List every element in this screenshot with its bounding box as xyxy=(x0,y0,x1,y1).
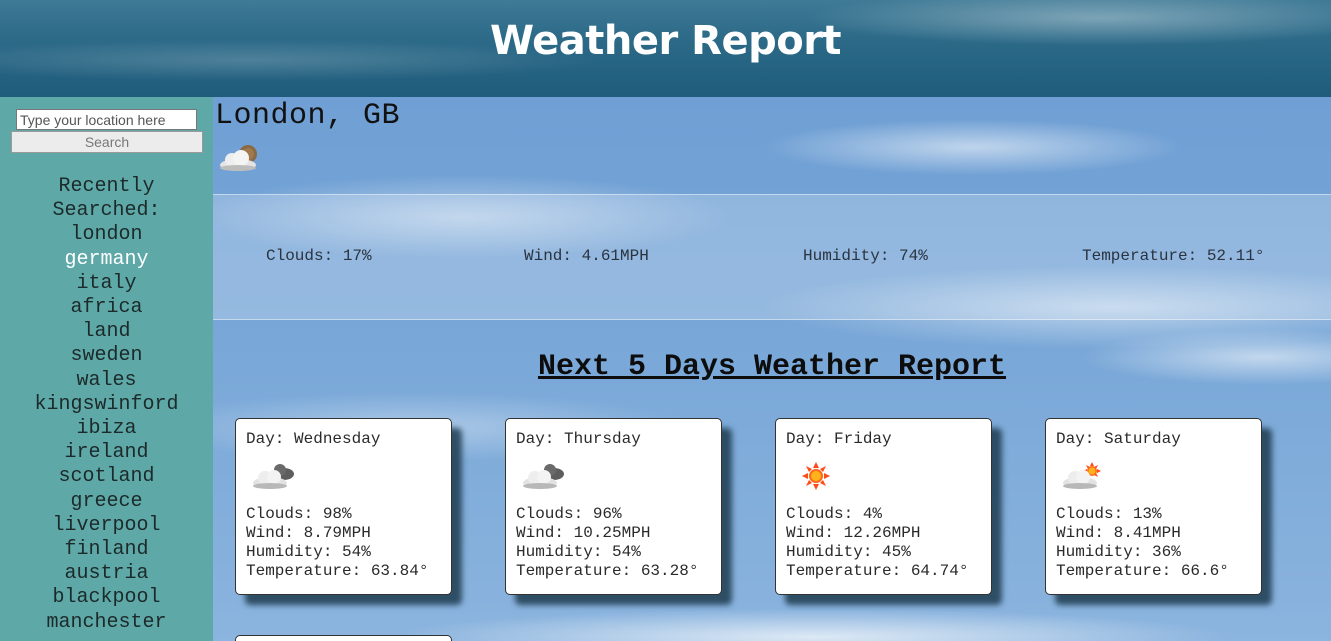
recent-item[interactable]: africa xyxy=(0,296,213,320)
recent-item[interactable]: sweden xyxy=(0,344,213,368)
current-wind: Wind: 4.61MPH xyxy=(524,247,649,265)
forecast-wind: Wind: 8.79MPH xyxy=(246,524,371,542)
recent-item[interactable]: land xyxy=(0,320,213,344)
sun-behind-cloud-icon xyxy=(1060,461,1251,491)
current-clouds: Clouds: 17% xyxy=(266,247,372,265)
recent-searches-title: Recently Searched: xyxy=(52,175,161,223)
forecast-clouds: Clouds: 98% xyxy=(246,505,352,523)
recent-searches-list: london germany italy africa land sweden … xyxy=(0,223,213,634)
forecast-day: Day: Friday xyxy=(786,430,892,448)
current-humidity: Humidity: 74% xyxy=(803,247,928,265)
recent-item[interactable]: greece xyxy=(0,490,213,514)
recent-item[interactable]: italy xyxy=(0,272,213,296)
recent-item[interactable]: finland xyxy=(0,538,213,562)
recent-item[interactable]: manchester xyxy=(0,611,213,635)
forecast-temperature: Temperature: 64.74° xyxy=(786,562,969,580)
forecast-wind: Wind: 12.26MPH xyxy=(786,524,921,542)
cloud-icon xyxy=(250,461,441,491)
forecast-wind: Wind: 8.41MPH xyxy=(1056,524,1181,542)
recent-item[interactable]: kingswinford xyxy=(0,393,213,417)
forecast-wind: Wind: 10.25MPH xyxy=(516,524,651,542)
forecast-humidity: Humidity: 45% xyxy=(786,543,911,561)
sidebar: Search Recently Searched: london germany… xyxy=(0,97,213,641)
current-city: London, GB xyxy=(215,99,401,133)
page-title: Weather Report xyxy=(489,17,842,64)
recent-item[interactable]: london xyxy=(0,223,213,247)
search-input[interactable] xyxy=(16,109,197,130)
recent-item[interactable]: wales xyxy=(0,369,213,393)
forecast-card: Day: Thursday Clouds: 96% Wind: 10.25MPH… xyxy=(505,418,722,595)
forecast-humidity: Humidity: 54% xyxy=(516,543,641,561)
forecast-day: Day: Saturday xyxy=(1056,430,1181,448)
recent-item[interactable]: austria xyxy=(0,562,213,586)
recent-item[interactable]: ireland xyxy=(0,441,213,465)
current-temperature: Temperature: 52.11° xyxy=(1082,247,1265,265)
forecast-temperature: Temperature: 63.84° xyxy=(246,562,429,580)
app-header: Weather Report xyxy=(0,0,1331,97)
forecast-clouds: Clouds: 13% xyxy=(1056,505,1162,523)
recent-item[interactable]: scotland xyxy=(0,465,213,489)
sun-icon xyxy=(790,461,981,491)
forecast-card: Day: Wednesday Clouds: 98% Wind: 8.79MPH… xyxy=(235,418,452,595)
sun-behind-cloud-icon xyxy=(218,143,262,178)
cloud-icon xyxy=(520,461,711,491)
forecast-day: Day: Thursday xyxy=(516,430,641,448)
forecast-clouds: Clouds: 4% xyxy=(786,505,883,523)
forecast-day: Day: Wednesday xyxy=(246,430,381,448)
recent-searches: Recently Searched: london germany italy … xyxy=(0,175,213,635)
main-content: London, GB Clouds: 17% Wind: 4.61MPH Hum… xyxy=(213,97,1331,641)
forecast-title: Next 5 Days Weather Report xyxy=(537,350,1007,384)
search-button[interactable]: Search xyxy=(11,131,203,153)
recent-item[interactable]: liverpool xyxy=(0,514,213,538)
recent-item[interactable]: blackpool xyxy=(0,586,213,610)
forecast-temperature: Temperature: 66.6° xyxy=(1056,562,1229,580)
forecast-clouds: Clouds: 96% xyxy=(516,505,622,523)
forecast-temperature: Temperature: 63.28° xyxy=(516,562,699,580)
forecast-humidity: Humidity: 54% xyxy=(246,543,371,561)
recent-item[interactable]: ibiza xyxy=(0,417,213,441)
forecast-card: Day: Friday Clouds: 4% Wind: 12.26MPH Hu… xyxy=(775,418,992,595)
recent-item[interactable]: germany xyxy=(0,248,213,272)
forecast-humidity: Humidity: 36% xyxy=(1056,543,1181,561)
forecast-card-partial xyxy=(235,635,452,641)
forecast-card: Day: Saturday Clouds: 13% Wind: 8.41MPH … xyxy=(1045,418,1262,595)
